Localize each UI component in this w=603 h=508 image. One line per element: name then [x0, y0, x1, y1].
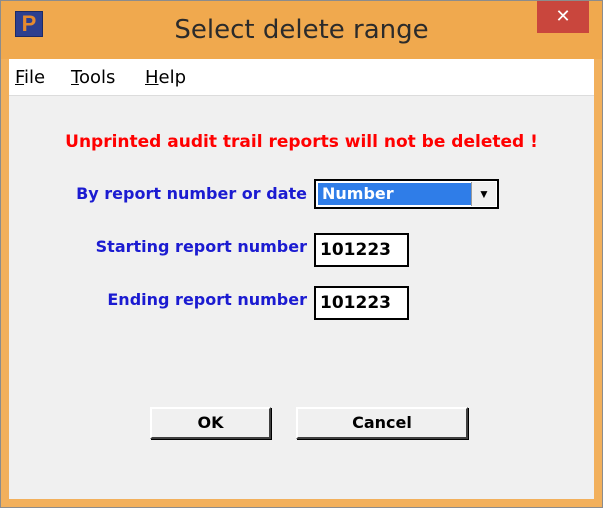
menu-help[interactable]: Help: [145, 67, 186, 88]
ending-report-label: Ending report number: [107, 290, 307, 309]
window-title: Select delete range: [174, 15, 429, 45]
cancel-button[interactable]: Cancel: [296, 407, 468, 439]
menu-file-accelerator: F: [15, 67, 25, 88]
starting-report-input[interactable]: 101223: [314, 233, 409, 267]
menu-help-accelerator: H: [145, 67, 159, 88]
ending-report-input[interactable]: 101223: [314, 286, 409, 320]
menu-file-label: ile: [24, 67, 46, 88]
starting-report-label: Starting report number: [95, 237, 307, 256]
warning-message: Unprinted audit trail reports will not b…: [65, 132, 538, 152]
menu-file[interactable]: File: [15, 67, 45, 88]
dialog-client-area: File Tools Help Unprinted audit trail re…: [9, 59, 594, 499]
title-bar[interactable]: P Select delete range ✕: [1, 1, 602, 59]
menu-help-label: elp: [158, 67, 187, 88]
by-report-label: By report number or date: [76, 184, 307, 203]
dialog-window: P Select delete range ✕ File Tools Help …: [0, 0, 603, 508]
menu-tools[interactable]: Tools: [71, 67, 115, 88]
menu-bar: File Tools Help: [9, 59, 594, 96]
chevron-down-icon[interactable]: ▼: [471, 182, 496, 206]
close-button[interactable]: ✕: [537, 1, 589, 33]
menu-tools-accelerator: T: [71, 67, 79, 88]
report-selector-value: Number: [318, 183, 471, 205]
menu-tools-label: ools: [78, 67, 116, 88]
report-selector-dropdown[interactable]: Number ▼: [314, 179, 499, 209]
close-icon: ✕: [555, 6, 571, 27]
ok-button[interactable]: OK: [150, 407, 271, 439]
